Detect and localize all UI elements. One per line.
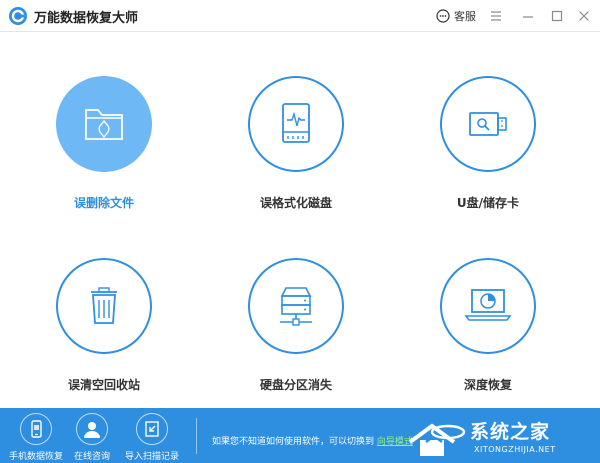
minimize-icon[interactable] <box>520 8 536 24</box>
bb-icon-ring <box>76 413 108 445</box>
bb-icon-ring <box>20 413 52 445</box>
watermark-logo-icon <box>408 423 466 456</box>
tile-label: 硬盘分区消失 <box>259 378 332 392</box>
maximize-icon[interactable] <box>549 8 565 24</box>
import-scan-record-button[interactable]: 导入扫描记录 <box>122 408 182 463</box>
tile-label: 深度恢复 <box>463 378 512 392</box>
network-drive-icon <box>280 287 312 326</box>
bottom-bar: 手机数据恢复 在线咨询 导入扫描记录 如果您不知道如何使用软件，可以切换到 向导… <box>0 408 600 463</box>
app-title: 万能数据恢复大师 <box>34 11 139 26</box>
watermark-text: 系统之家 <box>470 421 551 443</box>
bb-label: 导入扫描记录 <box>124 452 179 462</box>
tile-deleted-files[interactable]: 误删除文件 <box>4 36 204 210</box>
watermark-url: XITONGZHIJIA.NET <box>474 445 556 454</box>
user-icon <box>84 422 100 438</box>
tile-label: U盘/储存卡 <box>456 196 520 210</box>
folder-recycle-icon <box>85 109 123 140</box>
phone-icon <box>31 420 42 438</box>
menu-icon[interactable] <box>488 8 504 24</box>
tile-partition-lost[interactable]: 硬盘分区消失 <box>196 218 396 392</box>
chat-icon <box>436 9 450 23</box>
recovery-mode-grid: 误删除文件 误格式化磁盘 U盘/储存卡 误清空回收站 硬盘分区消失 深度恢复 <box>0 32 600 408</box>
tile-circle <box>440 76 536 172</box>
usb-drive-icon <box>469 112 507 136</box>
tile-circle <box>248 258 344 354</box>
tile-circle <box>56 258 152 354</box>
hint-text-row: 如果您不知道如何使用软件，可以切换到 向导模式 <box>212 434 413 447</box>
title-bar: 万能数据恢复大师 客服 <box>0 0 600 32</box>
tile-label: 误格式化磁盘 <box>259 196 332 210</box>
customer-service-button[interactable]: 客服 <box>436 8 476 24</box>
tile-circle <box>56 76 152 172</box>
trash-bin-icon <box>91 287 117 324</box>
tile-label: 误清空回收站 <box>67 378 140 392</box>
laptop-chart-icon <box>464 289 512 321</box>
bottom-divider <box>196 418 197 454</box>
tile-recycle-bin[interactable]: 误清空回收站 <box>4 218 204 392</box>
hard-disk-icon <box>282 103 310 143</box>
tile-circle <box>248 76 344 172</box>
app-logo-icon <box>9 7 27 25</box>
bb-icon-ring <box>136 413 168 445</box>
tile-usb-card[interactable]: U盘/储存卡 <box>388 36 588 210</box>
tile-deep-recovery[interactable]: 深度恢复 <box>388 218 588 392</box>
close-icon[interactable] <box>576 8 592 24</box>
hint-text: 如果您不知道如何使用软件，可以切换到 <box>212 437 375 447</box>
tile-circle <box>440 258 536 354</box>
site-watermark: 系统之家 XITONGZHIJIA.NET <box>402 411 592 461</box>
tile-formatted-disk[interactable]: 误格式化磁盘 <box>196 36 396 210</box>
tile-label: 误删除文件 <box>73 196 134 210</box>
import-icon <box>145 421 159 437</box>
customer-service-label: 客服 <box>454 10 476 23</box>
